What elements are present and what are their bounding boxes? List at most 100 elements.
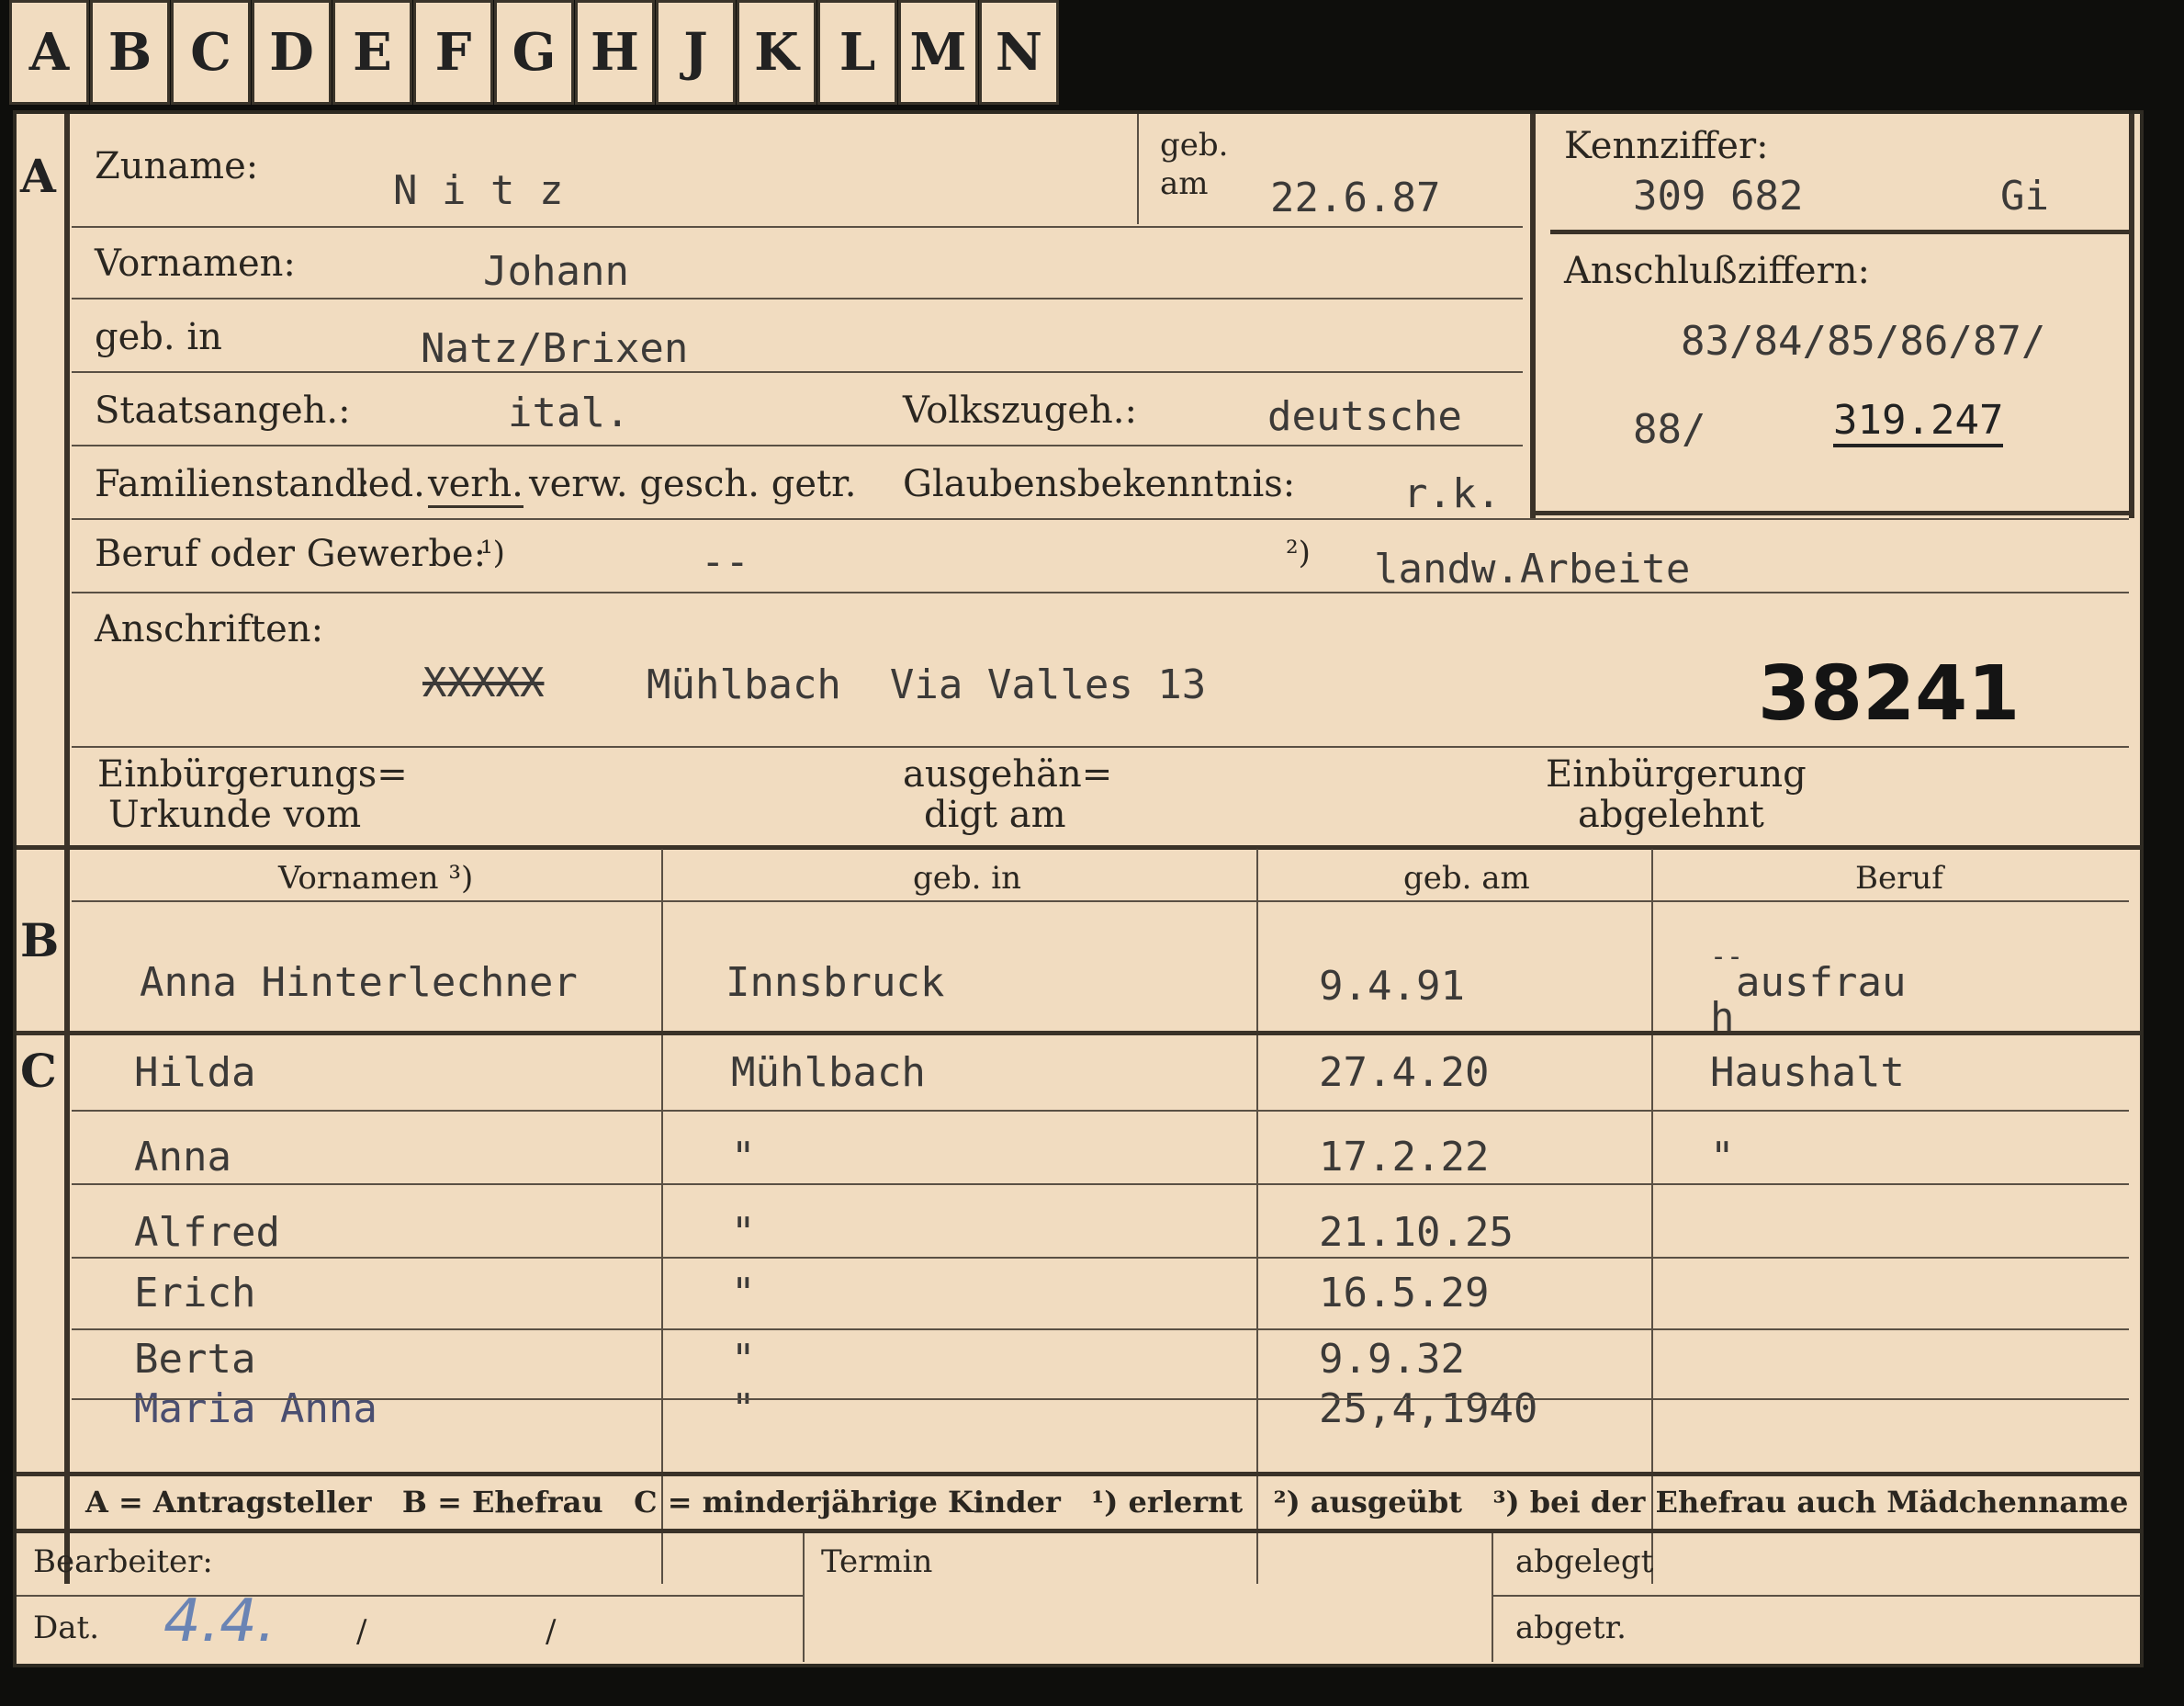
col-header-beruf: Beruf [1855,860,1943,897]
anschlussziffern-label: Anschlußziffern: [1564,250,1870,292]
tab-k[interactable]: K [737,0,816,105]
child-2-birthplace: " [731,1134,756,1181]
date-handwritten: 4.4. [163,1587,276,1655]
separated-label: abgetr. [1515,1610,1627,1646]
legend: A = Antragsteller B = Ehefrau C = minder… [85,1485,2129,1520]
anschlussziffern-line1: 83/84/85/86/87/ [1681,318,2046,365]
filed-label: abgelegt [1515,1543,1654,1580]
tab-a[interactable]: A [9,0,89,105]
date-label: Dat. [33,1610,100,1646]
child-4-birth-date: 16.5.29 [1319,1270,1490,1316]
profession-practiced-value: landw.Arbeite [1374,546,1691,593]
footnote-1-mark: ¹) [480,535,505,571]
handed-out-label-2: digt am [924,794,1066,836]
marital-status-label: Familienstand: [95,463,370,505]
naturalization-denied-label-2: abgelehnt [1578,794,1764,836]
child-3-birth-date: 21.10.25 [1319,1209,1514,1256]
tab-f[interactable]: F [413,0,493,105]
tab-n[interactable]: N [979,0,1059,105]
marital-status-single: led. [356,463,425,505]
col-header-geb-am: geb. am [1403,860,1530,897]
birthplace-label: geb. in [95,316,222,358]
surname-label: Zuname: [95,145,259,187]
citizenship-label: Staatsangeh.: [95,390,351,432]
ethnicity-value: deutsche [1267,393,1462,440]
handed-out-label-1: ausgehän= [903,753,1113,796]
anschlussziffern-line2b: 319.247 [1833,397,2004,447]
child-2-birth-date: 17.2.22 [1319,1134,1490,1181]
row-divider [72,1257,2129,1259]
marital-status-married: verh. [428,463,523,508]
first-names-label: Vornamen: [95,243,296,285]
kennziffer-suffix: Gi [2000,173,2049,220]
deadline-label: Termin [821,1543,933,1580]
stamp-number: 38241 [1758,650,2021,738]
kennziffer-label: Kennziffer: [1564,125,1769,167]
naturalization-cert-label-1: Einbürgerungs= [97,753,408,796]
row-divider [72,1328,2129,1330]
child-2-name: Anna [134,1134,231,1181]
child-5-name: Berta [134,1336,256,1383]
naturalization-denied-label-1: Einbürgerung [1546,753,1807,796]
religion-value: r.k. [1403,470,1501,517]
section-mark-c: C [20,1044,57,1098]
section-mark-a: A [20,149,56,203]
profession-learned-value: -- [701,538,749,585]
wife-occupation: ausfrau [1736,959,1907,1006]
tab-g[interactable]: G [494,0,574,105]
surname-value: N i t z [393,167,564,214]
birthplace-value: Natz/Brixen [421,325,689,372]
tab-e[interactable]: E [332,0,412,105]
child-1-birthplace: Mühlbach [731,1049,926,1096]
child-5-birthplace: " [731,1336,756,1383]
col-header-vornamen: Vornamen ³) [278,860,474,897]
child-4-birthplace: " [731,1270,756,1316]
child-4-name: Erich [134,1270,256,1316]
registration-card: A B C Zuname: N i t z geb. am 22.6.87 Ke… [13,110,2144,1667]
section-mark-b: B [20,913,60,967]
tab-m[interactable]: M [898,0,978,105]
col-header-geb-in: geb. in [913,860,1022,897]
processor-label: Bearbeiter: [33,1543,213,1580]
index-tabs: ABCDEFGHJKLMN [9,0,1060,108]
wife-birthdate: 9.4.91 [1319,963,1465,1010]
wife-birthplace: Innsbruck [726,959,945,1006]
child-6-birth-date: 25,4,1940 [1319,1385,1538,1432]
ethnicity-label: Volkszugeh.: [903,390,1137,432]
wife-name: Anna Hinterlechner [140,959,578,1006]
marital-status-other: verw. gesch. getr. [529,463,857,505]
child-5-birth-date: 9.9.32 [1319,1336,1465,1383]
child-6-birthplace: " [731,1385,756,1432]
tab-c[interactable]: C [171,0,251,105]
child-3-birthplace: " [731,1209,756,1256]
child-1-name: Hilda [134,1049,256,1096]
citizenship-value: ital. [508,390,630,436]
religion-label: Glaubensbekenntnis: [903,463,1296,505]
birthdate-label-1: geb. [1160,127,1229,164]
tab-l[interactable]: L [817,0,897,105]
date-separator-1: / [356,1613,367,1650]
address-label: Anschriften: [95,608,324,650]
profession-label: Beruf oder Gewerbe: [95,533,487,575]
tab-j[interactable]: J [656,0,736,105]
date-separator-2: / [546,1613,557,1650]
address-struck: XXXXX [422,660,545,706]
child-1-occupation: Haushalt [1710,1049,1905,1096]
anschlussziffern-line2a: 88/ [1633,406,1706,453]
row-divider [72,1398,2129,1400]
first-names-value: Johann [483,248,629,295]
row-divider [72,1183,2129,1185]
child-1-birth-date: 27.4.20 [1319,1049,1490,1096]
footnote-2-mark: ²) [1286,535,1311,571]
address-value: Mühlbach Via Valles 13 [647,661,1207,708]
child-6-name: Maria Anna [134,1385,377,1432]
kennziffer-value: 309 682 [1633,173,1804,220]
tab-b[interactable]: B [90,0,170,105]
child-2-occupation: " [1710,1134,1735,1181]
birthdate-label-2: am [1160,165,1209,202]
tab-h[interactable]: H [575,0,655,105]
child-3-name: Alfred [134,1209,280,1256]
birthdate-value: 22.6.87 [1270,175,1441,221]
tab-d[interactable]: D [252,0,332,105]
naturalization-cert-label-2: Urkunde vom [108,794,362,836]
